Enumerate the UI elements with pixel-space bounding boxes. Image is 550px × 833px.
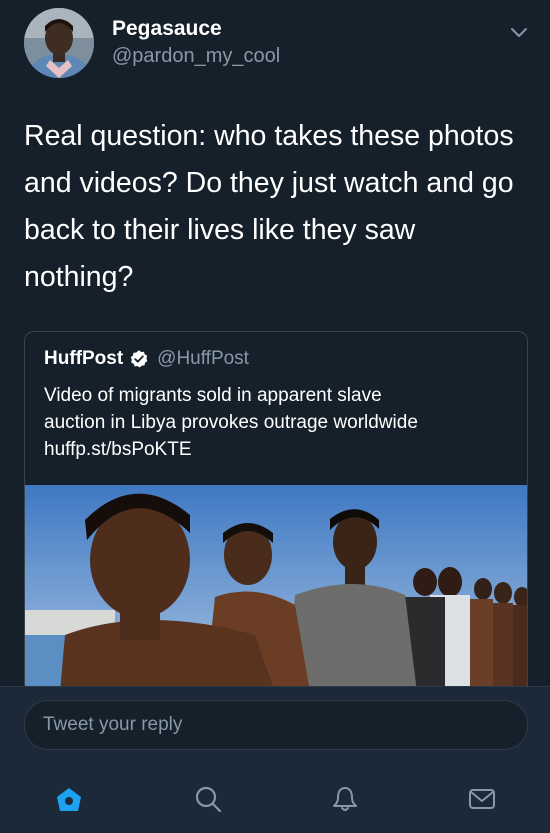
quoted-link[interactable]: huffp.st/bsPoKTE (44, 436, 514, 463)
bell-icon (333, 787, 357, 811)
chevron-down-icon[interactable] (507, 20, 531, 44)
quoted-text-line-2: auction in Libya provokes outrage worldw… (44, 412, 418, 433)
home-icon (57, 788, 81, 811)
search-icon (195, 786, 222, 813)
author-name[interactable]: Pegasauce (112, 17, 222, 41)
reply-and-tab-area: Tweet your reply (0, 686, 550, 833)
quoted-author: HuffPost @HuffPost (44, 346, 249, 372)
tab-home[interactable] (49, 779, 89, 819)
tweet-text: Real question: who takes these photos an… (24, 120, 514, 293)
quoted-tweet[interactable]: HuffPost @HuffPost Video of migrants sol… (24, 331, 528, 693)
author-handle[interactable]: @pardon_my_cool (112, 45, 280, 68)
tab-search[interactable] (188, 779, 228, 819)
avatar-image (24, 8, 94, 78)
quoted-author-name: HuffPost (44, 348, 124, 369)
verified-badge-icon (130, 350, 148, 368)
quoted-tweet-photo[interactable] (25, 485, 527, 692)
tab-notifications[interactable] (325, 779, 365, 819)
author-avatar[interactable] (24, 8, 94, 78)
mail-icon (469, 789, 495, 809)
tab-messages[interactable] (462, 779, 502, 819)
quoted-text-line-1: Video of migrants sold in apparent slave (44, 385, 382, 406)
quoted-tweet-text: Video of migrants sold in apparent slave… (44, 382, 514, 463)
reply-placeholder: Tweet your reply (43, 714, 183, 735)
bottom-tab-bar (0, 773, 550, 833)
tweet-header: Pegasauce @pardon_my_cool (0, 0, 550, 100)
quoted-author-handle: @HuffPost (157, 348, 249, 369)
reply-input[interactable]: Tweet your reply (24, 700, 528, 750)
